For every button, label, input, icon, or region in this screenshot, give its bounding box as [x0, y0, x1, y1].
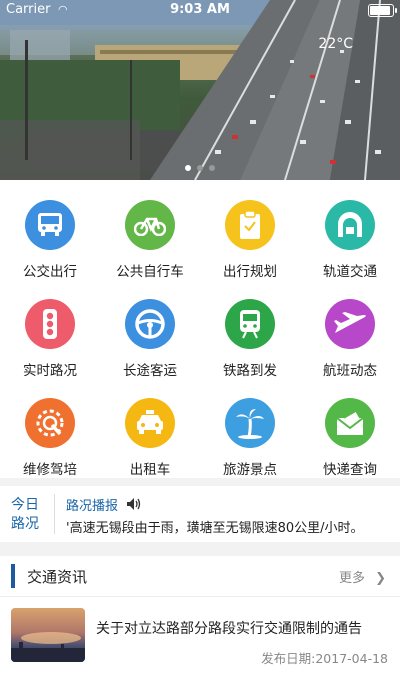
article-title: 关于对立达路部分路段实行交通限制的通告	[96, 621, 362, 637]
more-label: 更多	[338, 571, 365, 586]
service-item[interactable]: 长途客运	[100, 279, 200, 379]
carousel-dot[interactable]	[185, 165, 191, 171]
service-label: 实时路况	[23, 363, 77, 379]
service-label: 旅游景点	[223, 462, 277, 478]
service-label: 铁路到发	[223, 363, 277, 379]
service-label: 公交出行	[23, 264, 77, 280]
service-item[interactable]: 出租车	[100, 378, 200, 478]
clock: 9:03 AM	[170, 2, 230, 17]
list-item[interactable]: 关于对立达路部分路段实行交通限制的通告 发布日期:2017-04-18	[0, 597, 400, 681]
carousel-dot[interactable]	[209, 165, 215, 171]
service-label: 出租车	[129, 462, 171, 478]
service-label: 快递查询	[323, 462, 377, 478]
service-item[interactable]: 公共自行车	[100, 180, 200, 280]
envelope-icon	[325, 398, 375, 448]
tunnel-icon	[325, 200, 375, 250]
traffic-ticker[interactable]: 今日路况 路况播报 '高速无锡段由于雨，璜塘至无锡限速80公里/小时。	[0, 486, 400, 542]
banner-photo	[0, 0, 400, 180]
service-label: 维修驾培	[23, 462, 77, 478]
banner-carousel[interactable]: Carrier ◠ 9:03 AM 22°C	[0, 0, 400, 180]
service-item[interactable]: 实时路况	[0, 279, 100, 379]
ticker-title: 路况播报	[66, 499, 119, 514]
clipboard-icon	[225, 200, 275, 250]
more-link[interactable]: 更多 ❯	[339, 567, 386, 586]
bicycle-icon	[125, 200, 175, 250]
service-grid: 公交出行 公共自行车 出行规划 轨道交通实时路况 长途客运 铁路到发 航班动态维修驾培 出租车…	[0, 180, 400, 478]
ticker-text: '高速无锡段由于雨，璜塘至无锡限速80公里/小时。	[66, 521, 364, 536]
service-label: 长途客运	[123, 363, 177, 379]
airplane-icon	[325, 299, 375, 349]
temperature-label: 22°C	[318, 36, 353, 52]
steering-wheel-icon	[125, 299, 175, 349]
service-label: 航班动态	[323, 363, 377, 379]
train-icon	[225, 299, 275, 349]
battery-icon	[368, 4, 397, 17]
section-accent-bar	[11, 564, 15, 588]
carousel-dot[interactable]	[197, 165, 203, 171]
service-item[interactable]: 旅游景点	[200, 378, 300, 478]
service-item[interactable]: 公交出行	[0, 180, 100, 280]
ticker-heading: 今日路况	[11, 497, 39, 532]
article-date: 发布日期:2017-04-18	[261, 651, 388, 666]
article-thumbnail	[11, 608, 85, 662]
chevron-right-icon: ❯	[375, 571, 386, 586]
section-title: 交通资讯	[27, 568, 88, 586]
traffic-light-icon	[25, 299, 75, 349]
ticker-divider	[54, 494, 55, 534]
palm-tree-icon	[225, 398, 275, 448]
service-label: 出行规划	[223, 264, 277, 280]
repair-icon	[25, 398, 75, 448]
service-item[interactable]: 轨道交通	[300, 180, 400, 280]
news-section: 交通资讯 更多 ❯ 关于对立达路部分路段实行交通限制的通告 发布日期:2017-…	[0, 556, 400, 681]
service-item[interactable]: 出行规划	[200, 180, 300, 280]
taxi-icon	[125, 398, 175, 448]
bus-icon	[25, 200, 75, 250]
service-label: 轨道交通	[323, 264, 377, 280]
service-item[interactable]: 维修驾培	[0, 378, 100, 478]
status-bar: Carrier ◠ 9:03 AM	[0, 0, 400, 20]
service-item[interactable]: 航班动态	[300, 279, 400, 379]
service-item[interactable]: 铁路到发	[200, 279, 300, 379]
carousel-indicator[interactable]	[0, 156, 400, 175]
speaker-icon	[127, 498, 141, 510]
service-item[interactable]: 快递查询	[300, 378, 400, 478]
service-label: 公共自行车	[116, 264, 184, 280]
